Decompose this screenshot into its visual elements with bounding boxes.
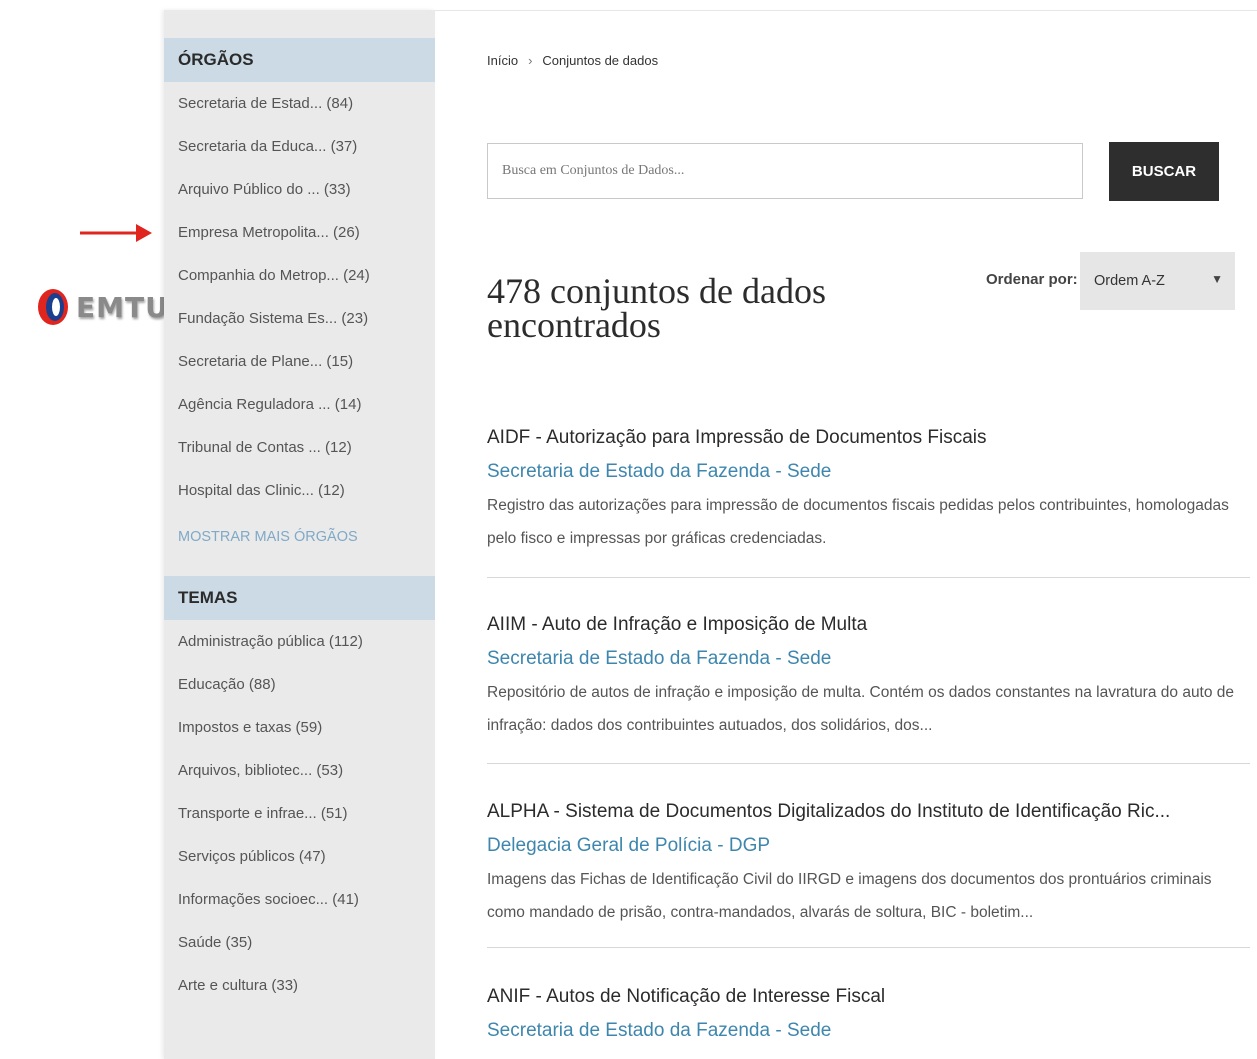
dataset-org-link[interactable]: Secretaria de Estado da Fazenda - Sede xyxy=(487,1014,1250,1048)
dataset-org-link[interactable]: Secretaria de Estado da Fazenda - Sede xyxy=(487,455,1250,489)
emtu-logo: EMTU xyxy=(36,284,168,330)
emtu-logo-text: EMTU xyxy=(76,290,169,324)
tema-item[interactable]: Serviços públicos (47) xyxy=(164,835,435,878)
tema-item[interactable]: Informações socioec... (41) xyxy=(164,878,435,921)
orgaos-heading: ÓRGÃOS xyxy=(164,38,435,82)
show-more-orgaos-link[interactable]: MOSTRAR MAIS ÓRGÃOS xyxy=(164,515,435,559)
orgao-item[interactable]: Arquivo Público do ... (33) xyxy=(164,168,435,211)
orgaos-list: Secretaria de Estad... (84) Secretaria d… xyxy=(164,82,435,512)
dataset-item: ANIF - Autos de Notificação de Interesse… xyxy=(487,980,1250,1059)
breadcrumb-current: Conjuntos de dados xyxy=(542,53,659,68)
orgao-item[interactable]: Hospital das Clinic... (12) xyxy=(164,469,435,512)
dataset-title-link[interactable]: AIDF - Autorização para Impressão de Doc… xyxy=(487,421,1250,455)
dataset-description: Registro das autorizações para impressão… xyxy=(487,497,1229,547)
dataset-title-link[interactable]: AIIM - Auto de Infração e Imposição de M… xyxy=(487,608,1250,642)
tema-item[interactable]: Arte e cultura (33) xyxy=(164,964,435,1007)
tema-item[interactable]: Administração pública (112) xyxy=(164,620,435,663)
sort-label: Ordenar por: xyxy=(986,271,1078,288)
dataset-description: Imagens das Fichas de Identificação Civi… xyxy=(487,871,1212,921)
tema-item[interactable]: Transporte e infrae... (51) xyxy=(164,792,435,835)
sort-select[interactable]: Ordem A-Z ▼ xyxy=(1080,252,1235,310)
orgao-item[interactable]: Secretaria da Educa... (37) xyxy=(164,125,435,168)
orgao-item[interactable]: Fundação Sistema Es... (23) xyxy=(164,297,435,340)
search-button[interactable]: BUSCAR xyxy=(1109,142,1219,201)
dataset-item: ALPHA - Sistema de Documentos Digitaliza… xyxy=(487,795,1250,948)
dataset-item: AIDF - Autorização para Impressão de Doc… xyxy=(487,421,1250,578)
sort-selected-value: Ordem A-Z xyxy=(1094,273,1165,289)
breadcrumb-separator-icon: › xyxy=(528,53,533,68)
dataset-title-link[interactable]: ANIF - Autos de Notificação de Interesse… xyxy=(487,980,1250,1014)
tema-item[interactable]: Arquivos, bibliotec... (53) xyxy=(164,749,435,792)
orgao-item[interactable]: Agência Reguladora ... (14) xyxy=(164,383,435,426)
header-divider xyxy=(435,10,1257,11)
search-input[interactable] xyxy=(487,143,1083,199)
dataset-org-link[interactable]: Secretaria de Estado da Fazenda - Sede xyxy=(487,642,1250,676)
dataset-description: Repositório de autos de infração e impos… xyxy=(487,684,1235,734)
sidebar: ÓRGÃOS Secretaria de Estad... (84) Secre… xyxy=(164,10,435,1059)
caret-down-icon: ▼ xyxy=(1211,272,1223,286)
red-arrow-icon xyxy=(80,224,152,242)
tema-item[interactable]: Educação (88) xyxy=(164,663,435,706)
breadcrumb: Início › Conjuntos de dados xyxy=(487,53,658,68)
orgao-item[interactable]: Empresa Metropolita... (26) xyxy=(164,211,435,254)
results-count-title: 478 conjuntos de dados encontrados xyxy=(487,271,826,345)
orgao-item[interactable]: Secretaria de Estad... (84) xyxy=(164,82,435,125)
dataset-title-link[interactable]: ALPHA - Sistema de Documentos Digitaliza… xyxy=(487,795,1250,829)
tema-item[interactable]: Saúde (35) xyxy=(164,921,435,964)
temas-list: Administração pública (112) Educação (88… xyxy=(164,620,435,1007)
temas-heading: TEMAS xyxy=(164,576,435,620)
orgao-item[interactable]: Secretaria de Plane... (15) xyxy=(164,340,435,383)
dataset-org-link[interactable]: Delegacia Geral de Polícia - DGP xyxy=(487,829,1250,863)
orgao-item[interactable]: Tribunal de Contas ... (12) xyxy=(164,426,435,469)
tema-item[interactable]: Impostos e taxas (59) xyxy=(164,706,435,749)
emtu-logo-icon xyxy=(36,287,70,327)
breadcrumb-home-link[interactable]: Início xyxy=(487,53,518,68)
orgao-item[interactable]: Companhia do Metrop... (24) xyxy=(164,254,435,297)
dataset-item: AIIM - Auto de Infração e Imposição de M… xyxy=(487,608,1250,764)
